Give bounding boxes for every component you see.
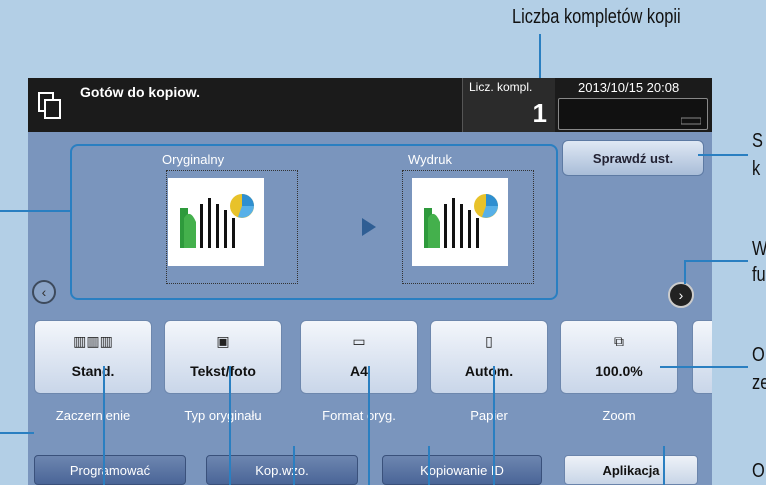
- original-type-value: Tekst/foto: [190, 363, 256, 379]
- callout-line-apps: [663, 446, 665, 485]
- datetime: 2013/10/15 20:08: [578, 80, 680, 95]
- apps-button[interactable]: Aplikacja: [564, 455, 698, 485]
- callout-line-density: [103, 366, 105, 485]
- copy-screen: Gotów do kopiow. Licz. kompl. 1 2013/10/…: [28, 78, 712, 485]
- nav-left-button[interactable]: ‹: [32, 280, 56, 304]
- copy-sets-display[interactable]: Licz. kompl. 1: [462, 78, 555, 132]
- original-page-icon: [168, 178, 264, 266]
- zoom-button[interactable]: ⧉ 100.0%: [560, 320, 678, 394]
- callout-line-original-size: [368, 366, 370, 485]
- zoom-icon: ⧉: [614, 333, 624, 349]
- callout-right-3b: ze: [752, 372, 766, 394]
- preview-area[interactable]: Oryginalny Wydruk: [70, 144, 558, 300]
- callout-line-top: [539, 34, 541, 78]
- callout-line-right-1: [698, 154, 748, 156]
- callout-line-left-preview: [0, 210, 72, 212]
- copy-sets-value: 1: [532, 98, 547, 128]
- callout-line-paper: [493, 366, 495, 485]
- paper-label: Papier: [470, 408, 508, 423]
- callout-right-2b: fu: [752, 264, 766, 286]
- copy-sets-label: Licz. kompl.: [469, 80, 533, 94]
- callout-line-original-type: [229, 366, 231, 485]
- callout-right-3a: O: [752, 344, 765, 366]
- id-copy-button[interactable]: Kopiowanie ID: [382, 455, 542, 485]
- output-label: Wydruk: [408, 152, 452, 167]
- callout-line-left-preview-v: [70, 190, 72, 212]
- zoom-label: Zoom: [602, 408, 636, 423]
- density-value: Stand.: [71, 363, 115, 379]
- next-function-button[interactable]: [692, 320, 712, 394]
- callout-copy-sets: Liczba kompletów kopii: [512, 6, 681, 28]
- paper-value: Autom.: [464, 363, 514, 379]
- original-size-button[interactable]: ▭ A4: [300, 320, 418, 394]
- callout-right-1b: k: [752, 158, 761, 180]
- status-message: Gotów do kopiow.: [80, 84, 201, 100]
- density-label: Zaczernienie: [55, 408, 131, 423]
- callout-line-proof: [293, 446, 295, 485]
- arrow-right-icon: [362, 218, 376, 236]
- original-size-icon: ▭: [352, 333, 366, 349]
- callout-line-id-copy: [428, 446, 430, 485]
- message-box: [558, 98, 708, 130]
- copy-mode-icon: [38, 92, 61, 119]
- original-label: Oryginalny: [162, 152, 225, 167]
- callout-right-4a: O: [752, 460, 765, 482]
- output-page-icon: [412, 178, 508, 266]
- original-size-label: Format oryg.: [322, 408, 396, 423]
- check-settings-button[interactable]: Sprawdź ust.: [562, 140, 704, 176]
- nav-right-button[interactable]: ›: [668, 282, 694, 308]
- callout-line-right-3: [660, 366, 748, 368]
- paper-icon: ▯: [485, 333, 493, 349]
- callout-line-right-2v: [684, 260, 686, 284]
- callout-right-1a: S: [752, 130, 763, 152]
- density-button[interactable]: ▥▥▥ Stand.: [34, 320, 152, 394]
- original-type-label: Typ oryginału: [184, 408, 262, 423]
- callout-line-right-2: [684, 260, 748, 262]
- callout-right-2a: W: [752, 238, 766, 260]
- callout-line-left-bottom: [0, 432, 34, 434]
- original-type-button[interactable]: ▣ Tekst/foto: [164, 320, 282, 394]
- program-button[interactable]: Programować: [34, 455, 186, 485]
- original-size-value: A4: [350, 363, 368, 379]
- original-type-icon: ▣: [216, 333, 230, 349]
- status-bar: Gotów do kopiow. Licz. kompl. 1 2013/10/…: [28, 78, 712, 132]
- paper-button[interactable]: ▯ Autom.: [430, 320, 548, 394]
- keyboard-icon: [681, 117, 701, 125]
- density-icon: ▥▥▥: [73, 333, 113, 349]
